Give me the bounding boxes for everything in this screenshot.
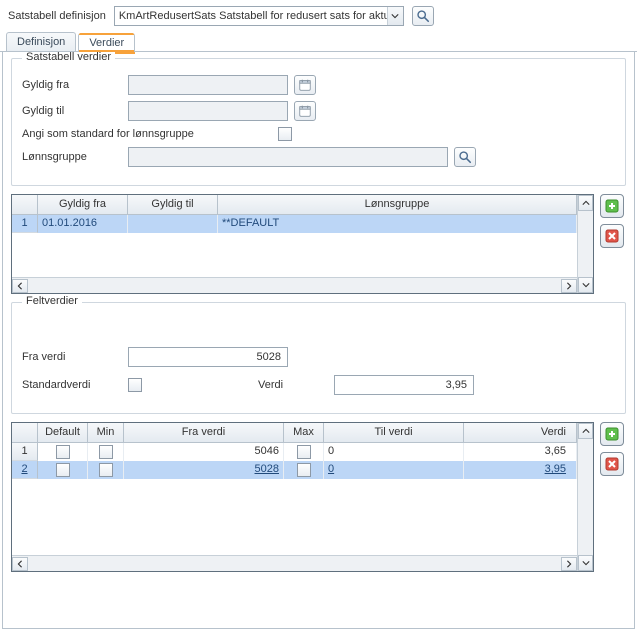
- feltverdier-group: Feltverdier Fra verdi Standardverdi Verd…: [11, 302, 626, 414]
- cell-lonnsgruppe[interactable]: **DEFAULT: [218, 215, 577, 233]
- cell-gyldig-til[interactable]: [128, 215, 218, 233]
- feltverdier-grid[interactable]: Default Min Fra verdi Max Til verdi Verd…: [11, 422, 594, 572]
- scroll-up-icon[interactable]: [578, 195, 593, 211]
- cell-fra-verdi[interactable]: 5046: [124, 443, 284, 461]
- cell-min-checkbox[interactable]: [99, 445, 113, 459]
- grid2-hscroll[interactable]: [12, 555, 577, 571]
- tab-body-verdier: Satstabell verdier Gyldig fra Gyldig til…: [2, 52, 635, 629]
- row-number: 2: [12, 461, 38, 479]
- grid1-col-gyldig-fra[interactable]: Gyldig fra: [38, 195, 128, 214]
- satstabell-definisjon-combo[interactable]: KmArtRedusertSats Satstabell for reduser…: [114, 6, 404, 26]
- grid2-add-button[interactable]: [600, 422, 624, 446]
- grid2-header: Default Min Fra verdi Max Til verdi Verd…: [12, 423, 577, 443]
- scroll-up-icon[interactable]: [578, 423, 593, 439]
- grid2-col-min[interactable]: Min: [88, 423, 124, 442]
- gyldig-fra-input[interactable]: [128, 75, 288, 95]
- cell-max-checkbox[interactable]: [297, 463, 311, 477]
- grid2-col-default[interactable]: Default: [38, 423, 88, 442]
- gyldig-til-label: Gyldig til: [22, 105, 122, 117]
- grid2-col-fra-verdi[interactable]: Fra verdi: [124, 423, 284, 442]
- table-row[interactable]: 2 5028 0 3,95: [12, 461, 577, 479]
- angi-standard-lonnsgruppe-checkbox[interactable]: [278, 127, 292, 141]
- scroll-down-icon[interactable]: [578, 555, 593, 571]
- row-number: 1: [12, 215, 38, 233]
- grid2-col-til-verdi[interactable]: Til verdi: [324, 423, 464, 442]
- satstabell-verdier-legend: Satstabell verdier: [22, 52, 115, 63]
- lonnsgruppe-input[interactable]: [128, 147, 448, 167]
- grid1-col-lonnsgruppe[interactable]: Lønnsgruppe: [218, 195, 577, 214]
- grid1-delete-button[interactable]: [600, 224, 624, 248]
- gyldig-til-datepicker-button[interactable]: [294, 101, 316, 121]
- scroll-right-icon[interactable]: [561, 557, 577, 571]
- scroll-right-icon[interactable]: [561, 279, 577, 293]
- satstabell-grid[interactable]: Gyldig fra Gyldig til Lønnsgruppe 1 01.0…: [11, 194, 594, 294]
- scroll-down-icon[interactable]: [578, 277, 593, 293]
- verdi-input[interactable]: [334, 375, 474, 395]
- table-row[interactable]: 1 01.01.2016 **DEFAULT: [12, 215, 577, 233]
- plus-icon: [604, 426, 620, 442]
- cell-verdi[interactable]: 3,65: [464, 443, 577, 461]
- standardverdi-checkbox[interactable]: [128, 378, 142, 392]
- satstabell-verdier-group: Satstabell verdier Gyldig fra Gyldig til…: [11, 58, 626, 186]
- scroll-left-icon[interactable]: [12, 279, 28, 293]
- calendar-icon: [298, 104, 312, 118]
- cell-default-checkbox[interactable]: [56, 463, 70, 477]
- fra-verdi-label: Fra verdi: [22, 351, 122, 363]
- lonnsgruppe-label: Lønnsgruppe: [22, 151, 122, 163]
- plus-icon: [604, 198, 620, 214]
- cell-til-verdi[interactable]: 0: [324, 443, 464, 461]
- combo-arrow-icon[interactable]: [387, 7, 403, 25]
- grid1-hscroll[interactable]: [12, 277, 577, 293]
- lonnsgruppe-lookup-button[interactable]: [454, 147, 476, 167]
- grid1-add-button[interactable]: [600, 194, 624, 218]
- table-row[interactable]: 1 5046 0 3,65: [12, 443, 577, 461]
- tab-verdier[interactable]: Verdier: [78, 33, 135, 52]
- satstabell-definisjon-label: Satstabell definisjon: [8, 10, 106, 22]
- satstabell-search-button[interactable]: [412, 6, 434, 26]
- cell-verdi[interactable]: 3,95: [464, 461, 577, 479]
- grid1-header: Gyldig fra Gyldig til Lønnsgruppe: [12, 195, 577, 215]
- cell-default-checkbox[interactable]: [56, 445, 70, 459]
- satstabell-definisjon-value: KmArtRedusertSats Satstabell for reduser…: [115, 10, 387, 22]
- grid2-col-verdi[interactable]: Verdi: [464, 423, 577, 442]
- delete-icon: [604, 456, 620, 472]
- grid1-vscroll[interactable]: [577, 195, 593, 293]
- cell-max-checkbox[interactable]: [297, 445, 311, 459]
- search-icon: [458, 150, 472, 164]
- gyldig-til-input[interactable]: [128, 101, 288, 121]
- delete-icon: [604, 228, 620, 244]
- verdi-label: Verdi: [258, 379, 328, 391]
- standardverdi-label: Standardverdi: [22, 379, 122, 391]
- grid1-col-gyldig-til[interactable]: Gyldig til: [128, 195, 218, 214]
- grid2-col-max[interactable]: Max: [284, 423, 324, 442]
- cell-fra-verdi[interactable]: 5028: [124, 461, 284, 479]
- angi-standard-lonnsgruppe-label: Angi som standard for lønnsgruppe: [22, 128, 272, 140]
- row-number: 1: [12, 443, 38, 461]
- feltverdier-legend: Feltverdier: [22, 295, 82, 307]
- search-icon: [416, 9, 430, 23]
- fra-verdi-input[interactable]: [128, 347, 288, 367]
- grid2-delete-button[interactable]: [600, 452, 624, 476]
- cell-til-verdi[interactable]: 0: [324, 461, 464, 479]
- tabs: Definisjon Verdier: [0, 30, 637, 52]
- scroll-left-icon[interactable]: [12, 557, 28, 571]
- calendar-icon: [298, 78, 312, 92]
- gyldig-fra-label: Gyldig fra: [22, 79, 122, 91]
- gyldig-fra-datepicker-button[interactable]: [294, 75, 316, 95]
- grid2-vscroll[interactable]: [577, 423, 593, 571]
- tab-definisjon[interactable]: Definisjon: [6, 32, 76, 51]
- cell-gyldig-fra[interactable]: 01.01.2016: [38, 215, 128, 233]
- cell-min-checkbox[interactable]: [99, 463, 113, 477]
